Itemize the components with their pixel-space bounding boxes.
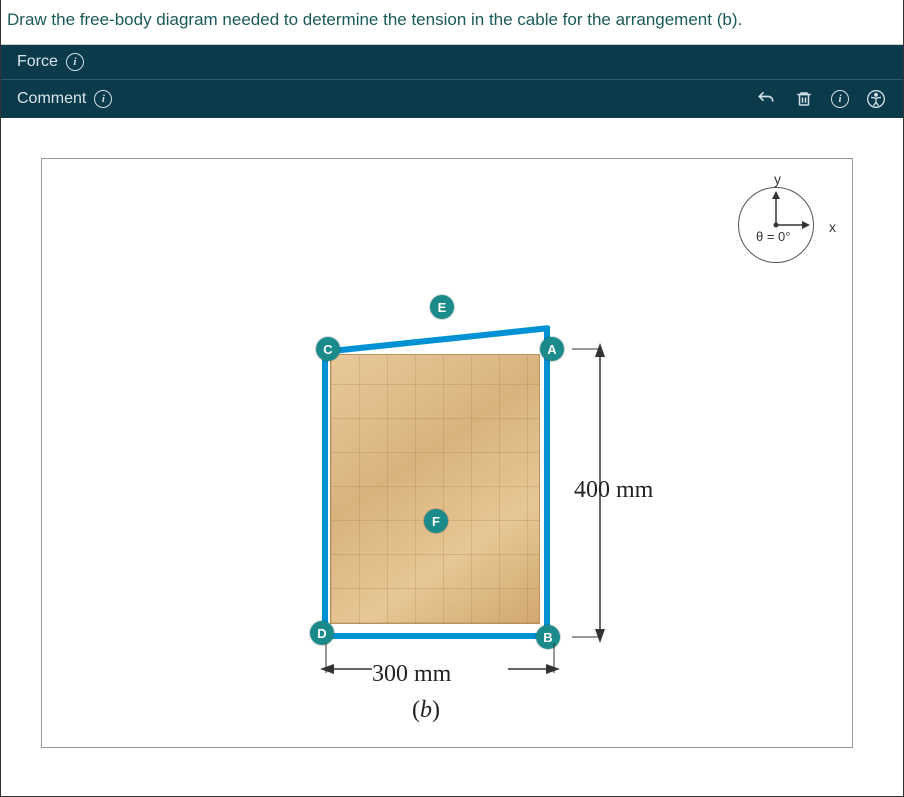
panel-wood bbox=[330, 354, 540, 624]
drawing-canvas[interactable]: y x θ = 0° E C A F D B 400 mm bbox=[41, 158, 853, 748]
node-D[interactable]: D bbox=[310, 621, 334, 645]
dim-vertical-label: 400 mm bbox=[574, 477, 653, 504]
info-icon[interactable]: i bbox=[66, 53, 84, 71]
node-E[interactable]: E bbox=[430, 295, 454, 319]
accessibility-icon[interactable] bbox=[865, 88, 887, 110]
frame-edge-bottom bbox=[322, 633, 550, 639]
info-icon[interactable]: i bbox=[831, 90, 849, 108]
compass-axes bbox=[738, 187, 814, 263]
compass-y-label: y bbox=[774, 171, 781, 187]
tool-panel: Force i Comment i i bbox=[1, 45, 903, 118]
instruction-text: Draw the free-body diagram needed to det… bbox=[1, 0, 903, 45]
fbd-diagram: E C A F D B 400 mm bbox=[312, 299, 752, 739]
node-A[interactable]: A bbox=[540, 337, 564, 361]
dim-horizontal-label: 300 mm bbox=[372, 661, 451, 688]
tab-force-label: Force bbox=[17, 53, 58, 71]
compass-x-label: x bbox=[829, 219, 836, 235]
figure-label: b bbox=[412, 697, 440, 724]
info-icon[interactable]: i bbox=[94, 90, 112, 108]
tab-comment[interactable]: Comment i i bbox=[1, 80, 903, 118]
frame-edge-top bbox=[322, 325, 549, 355]
tab-comment-label: Comment bbox=[17, 90, 86, 108]
toolbar-right: i bbox=[755, 88, 887, 110]
node-F[interactable]: F bbox=[424, 509, 448, 533]
compass-theta-label: θ = 0° bbox=[756, 229, 790, 244]
tab-force[interactable]: Force i bbox=[1, 45, 903, 80]
canvas-wrap: y x θ = 0° E C A F D B 400 mm bbox=[1, 118, 903, 758]
frame-edge-left bbox=[322, 349, 328, 637]
angle-compass[interactable]: y x θ = 0° bbox=[732, 171, 822, 261]
undo-icon[interactable] bbox=[755, 88, 777, 110]
node-C[interactable]: C bbox=[316, 337, 340, 361]
frame-edge-right bbox=[544, 326, 550, 636]
trash-icon[interactable] bbox=[793, 88, 815, 110]
